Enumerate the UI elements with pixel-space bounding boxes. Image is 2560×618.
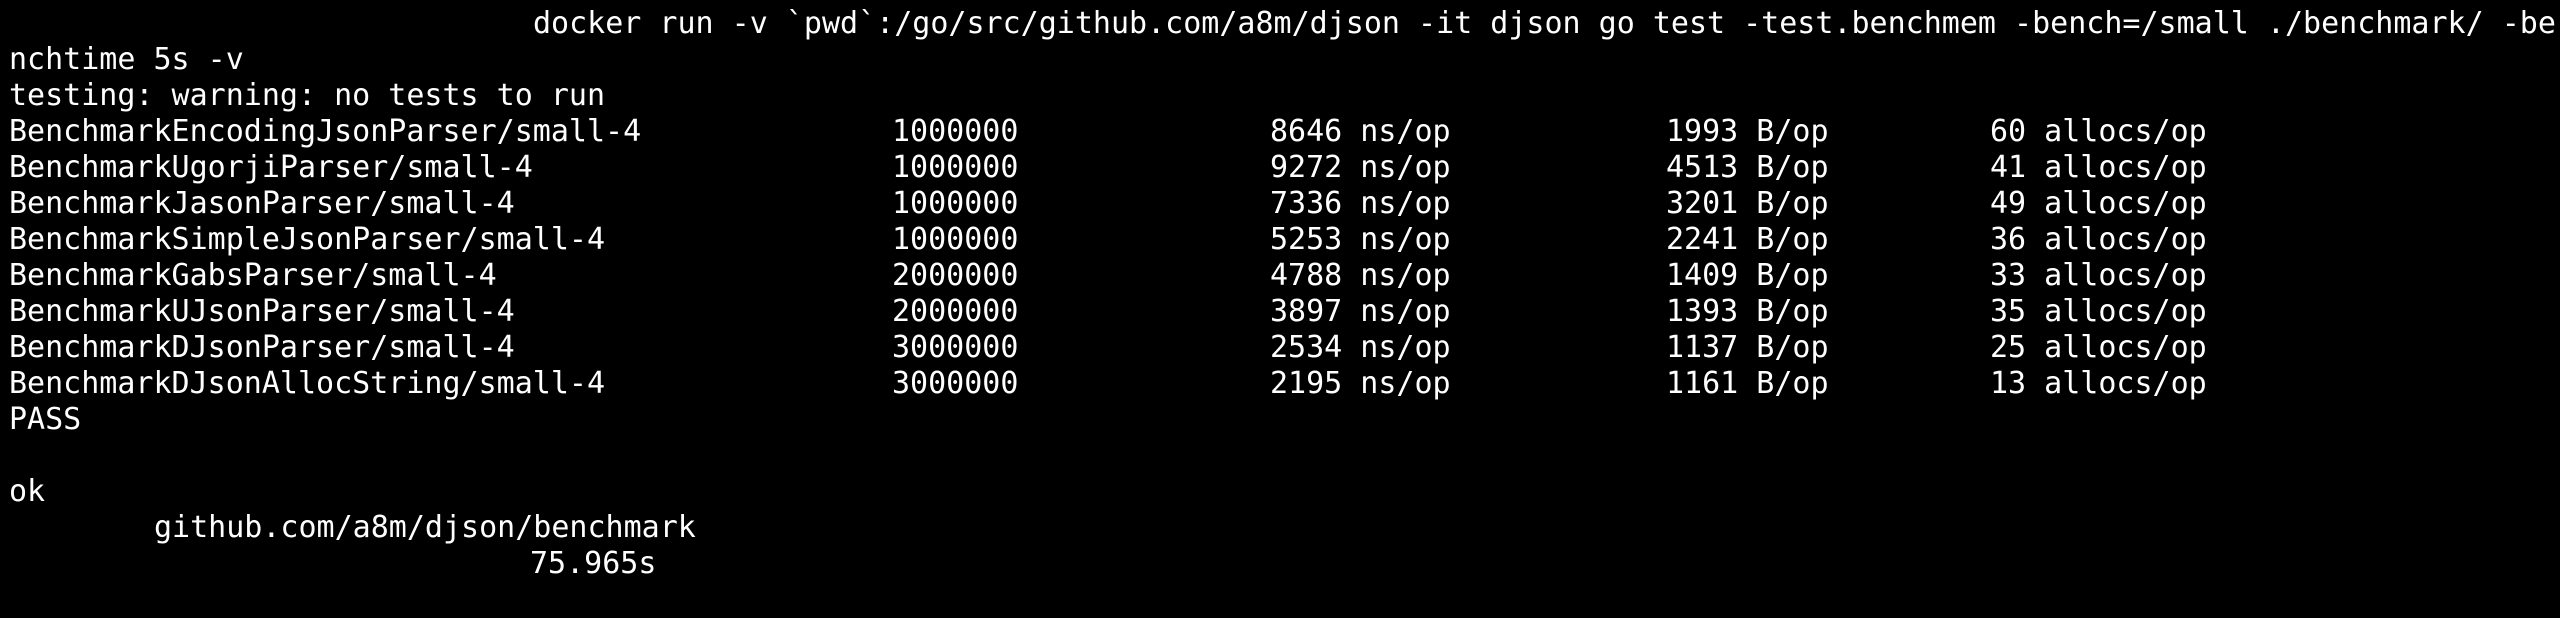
benchmark-name: BenchmarkJasonParser/small-4 (9, 186, 515, 221)
benchmark-ns-per-op: 9272 ns/op (1270, 150, 1451, 185)
benchmark-iterations: 1000000 (892, 222, 1019, 257)
benchmark-name: BenchmarkDJsonParser/small-4 (9, 330, 515, 365)
benchmark-bytes-per-op: 1161 B/op (1666, 366, 1829, 401)
benchmark-allocs-per-op: 25 allocs/op (1990, 330, 2207, 365)
benchmark-name: BenchmarkEncodingJsonParser/small-4 (9, 114, 642, 149)
benchmark-iterations: 1000000 (892, 114, 1019, 149)
benchmark-ns-per-op: 2195 ns/op (1270, 366, 1451, 401)
benchmark-bytes-per-op: 1393 B/op (1666, 294, 1829, 329)
benchmark-ns-per-op: 8646 ns/op (1270, 114, 1451, 149)
pass-line: PASS (9, 402, 82, 437)
benchmark-allocs-per-op: 13 allocs/op (1990, 366, 2207, 401)
benchmark-allocs-per-op: 36 allocs/op (1990, 222, 2207, 257)
result-package: github.com/a8m/djson/benchmark (154, 510, 696, 545)
benchmark-name: BenchmarkGabsParser/small-4 (9, 258, 497, 293)
benchmark-bytes-per-op: 3201 B/op (1666, 186, 1829, 221)
benchmark-row: BenchmarkGabsParser/small-4 2000000 4788… (0, 258, 2560, 294)
result-line: ok github.com/a8m/djson/benchmark 75.965… (9, 438, 696, 581)
benchmark-iterations: 1000000 (892, 150, 1019, 185)
benchmark-allocs-per-op: 35 allocs/op (1990, 294, 2207, 329)
benchmark-row: BenchmarkDJsonAllocString/small-4 300000… (0, 366, 2560, 402)
benchmark-allocs-per-op: 60 allocs/op (1990, 114, 2207, 149)
benchmark-bytes-per-op: 1993 B/op (1666, 114, 1829, 149)
benchmark-name: BenchmarkUJsonParser/small-4 (9, 294, 515, 329)
benchmark-row: BenchmarkUgorjiParser/small-4 1000000 92… (0, 150, 2560, 186)
benchmark-bytes-per-op: 4513 B/op (1666, 150, 1829, 185)
benchmark-row: BenchmarkJasonParser/small-4 1000000 733… (0, 186, 2560, 222)
benchmark-allocs-per-op: 33 allocs/op (1990, 258, 2207, 293)
benchmark-ns-per-op: 7336 ns/op (1270, 186, 1451, 221)
benchmark-bytes-per-op: 2241 B/op (1666, 222, 1829, 257)
benchmark-bytes-per-op: 1137 B/op (1666, 330, 1829, 365)
benchmark-ns-per-op: 5253 ns/op (1270, 222, 1451, 257)
benchmark-iterations: 3000000 (892, 330, 1019, 365)
benchmark-row: BenchmarkEncodingJsonParser/small-4 1000… (0, 114, 2560, 150)
benchmark-allocs-per-op: 49 allocs/op (1990, 186, 2207, 221)
benchmark-iterations: 1000000 (892, 186, 1019, 221)
benchmark-iterations: 2000000 (892, 258, 1019, 293)
benchmark-bytes-per-op: 1409 B/op (1666, 258, 1829, 293)
benchmark-iterations: 3000000 (892, 366, 1019, 401)
benchmark-ns-per-op: 4788 ns/op (1270, 258, 1451, 293)
benchmark-row: BenchmarkUJsonParser/small-4 2000000 389… (0, 294, 2560, 330)
result-duration: 75.965s (530, 546, 657, 581)
benchmark-iterations: 2000000 (892, 294, 1019, 329)
result-status: ok (9, 474, 46, 509)
benchmark-name: BenchmarkUgorjiParser/small-4 (9, 150, 533, 185)
benchmark-allocs-per-op: 41 allocs/op (1990, 150, 2207, 185)
benchmark-row: BenchmarkDJsonParser/small-4 3000000 253… (0, 330, 2560, 366)
benchmark-name: BenchmarkSimpleJsonParser/small-4 (9, 222, 606, 257)
benchmark-ns-per-op: 3897 ns/op (1270, 294, 1451, 329)
terminal-window[interactable]: docker run -v `pwd`:/go/src/github.com/a… (0, 0, 2560, 581)
benchmark-name: BenchmarkDJsonAllocString/small-4 (9, 366, 606, 401)
warning-line: testing: warning: no tests to run (9, 78, 606, 113)
benchmark-ns-per-op: 2534 ns/op (1270, 330, 1451, 365)
command-line-wrap: nchtime 5s -v (9, 42, 244, 77)
benchmark-row: BenchmarkSimpleJsonParser/small-4 100000… (0, 222, 2560, 258)
command-line: docker run -v `pwd`:/go/src/github.com/a… (533, 6, 2556, 41)
